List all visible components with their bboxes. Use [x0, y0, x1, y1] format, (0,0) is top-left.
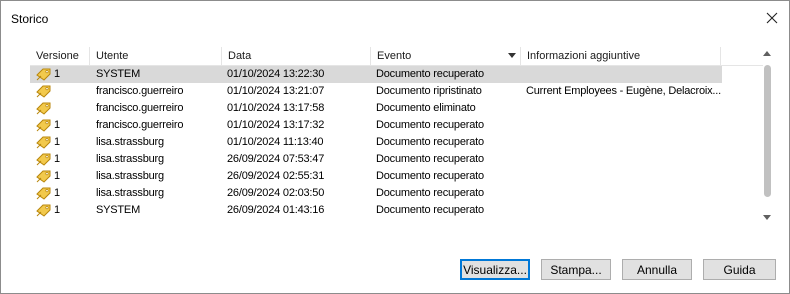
tag-icon: [36, 204, 52, 217]
close-icon[interactable]: [761, 7, 783, 29]
tag-icon: [36, 119, 52, 132]
table-row[interactable]: 1 SYSTEM 26/09/2024 01:43:16 Documento recu…: [30, 202, 722, 219]
history-dialog: Storico Versione Utente Data Evento Info…: [0, 0, 790, 294]
info-cell: [526, 117, 722, 134]
tag-icon: [36, 102, 52, 115]
date-cell: 01/10/2024 13:17:32: [227, 119, 325, 131]
table-row[interactable]: 1 lisa.strassburg 26/09/2024 02:03:50 Docum…: [30, 185, 722, 202]
version-cell: 1: [54, 170, 61, 182]
info-cell: [526, 185, 722, 202]
info-cell: [526, 168, 722, 185]
user-cell: SYSTEM: [96, 204, 141, 216]
user-cell: francisco.guerreiro: [96, 102, 184, 114]
column-header-user[interactable]: Utente: [90, 47, 222, 65]
tag-icon: [36, 85, 52, 98]
date-cell: 01/10/2024 13:22:30: [227, 68, 325, 80]
column-header-label: Utente: [96, 50, 129, 62]
scroll-thumb[interactable]: [764, 65, 771, 197]
date-cell: 01/10/2024 13:17:58: [227, 102, 325, 114]
user-cell: lisa.strassburg: [96, 136, 164, 148]
info-cell: [526, 151, 722, 168]
tag-icon: [36, 136, 52, 149]
table-row[interactable]: 1 SYSTEM 01/10/2024 13:22:30 Documento recu…: [30, 66, 722, 83]
event-cell: Documento recuperato: [376, 119, 484, 131]
info-cell: Current Employees - Eugène, Delacroix...: [526, 85, 721, 97]
event-cell: Documento recuperato: [376, 68, 484, 80]
sort-desc-icon: [508, 53, 516, 58]
event-cell: Documento ripristinato: [376, 85, 482, 97]
info-cell: [526, 66, 722, 83]
user-cell: lisa.strassburg: [96, 153, 164, 165]
user-cell: francisco.guerreiro: [96, 119, 184, 131]
cancel-button[interactable]: Annulla: [622, 259, 692, 280]
event-cell: Documento recuperato: [376, 187, 484, 199]
title-bar: Storico: [1, 1, 789, 35]
tag-icon: [36, 187, 52, 200]
version-cell: 1: [54, 68, 61, 80]
date-cell: 01/10/2024 11:13:40: [227, 136, 324, 148]
date-cell: 26/09/2024 02:03:50: [227, 187, 325, 199]
history-list[interactable]: Versione Utente Data Evento Informazioni…: [30, 47, 776, 229]
user-cell: SYSTEM: [96, 68, 141, 80]
table-row[interactable]: 1 lisa.strassburg 26/09/2024 07:53:47 Docum…: [30, 151, 722, 168]
version-cell: 1: [54, 136, 61, 148]
event-cell: Documento eliminato: [376, 102, 476, 114]
date-cell: 26/09/2024 01:43:16: [227, 204, 325, 216]
version-cell: 1: [54, 119, 61, 131]
date-cell: 26/09/2024 07:53:47: [227, 153, 325, 165]
column-header-label: Versione: [36, 50, 79, 62]
tag-icon: [36, 170, 52, 183]
scroll-down-icon[interactable]: [763, 215, 771, 220]
table-row[interactable]: 1 lisa.strassburg 01/10/2024 11:13:40 Docum…: [30, 134, 722, 151]
help-button[interactable]: Guida: [703, 259, 776, 280]
user-cell: francisco.guerreiro: [96, 85, 184, 97]
event-cell: Documento recuperato: [376, 170, 484, 182]
table-row[interactable]: francisco.guerreiro 01/10/2024 13:21:07 Do…: [30, 83, 722, 100]
list-header: Versione Utente Data Evento Informazioni…: [30, 47, 763, 66]
column-header-event[interactable]: Evento: [371, 47, 521, 65]
version-cell: 1: [54, 153, 61, 165]
column-header-date[interactable]: Data: [222, 47, 371, 65]
event-cell: Documento recuperato: [376, 204, 484, 216]
column-header-label: Informazioni aggiuntive: [527, 50, 641, 62]
event-cell: Documento recuperato: [376, 136, 484, 148]
date-cell: 01/10/2024 13:21:07: [227, 85, 325, 97]
info-cell: [526, 100, 722, 117]
user-cell: lisa.strassburg: [96, 170, 164, 182]
event-cell: Documento recuperato: [376, 153, 484, 165]
column-header-label: Evento: [377, 50, 412, 62]
print-button[interactable]: Stampa...: [541, 259, 611, 280]
table-row[interactable]: 1 francisco.guerreiro 01/10/2024 13:17:32 D…: [30, 117, 722, 134]
version-cell: 1: [54, 204, 61, 216]
table-row[interactable]: francisco.guerreiro 01/10/2024 13:17:58 Do…: [30, 100, 722, 117]
tag-icon: [36, 153, 52, 166]
dialog-title: Storico: [11, 12, 49, 26]
date-cell: 26/09/2024 02:55:31: [227, 170, 325, 182]
info-cell: [526, 202, 722, 219]
tag-icon: [36, 68, 52, 81]
user-cell: lisa.strassburg: [96, 187, 164, 199]
column-header-version[interactable]: Versione: [30, 47, 90, 65]
table-row[interactable]: 1 lisa.strassburg 26/09/2024 02:55:31 Docum…: [30, 168, 722, 185]
column-header-label: Data: [228, 50, 252, 62]
column-header-info[interactable]: Informazioni aggiuntive: [521, 47, 721, 65]
info-cell: [526, 134, 722, 151]
scroll-up-icon[interactable]: [763, 51, 771, 56]
vertical-scrollbar[interactable]: [759, 47, 776, 229]
version-cell: 1: [54, 187, 61, 199]
view-button[interactable]: Visualizza...: [460, 259, 530, 280]
